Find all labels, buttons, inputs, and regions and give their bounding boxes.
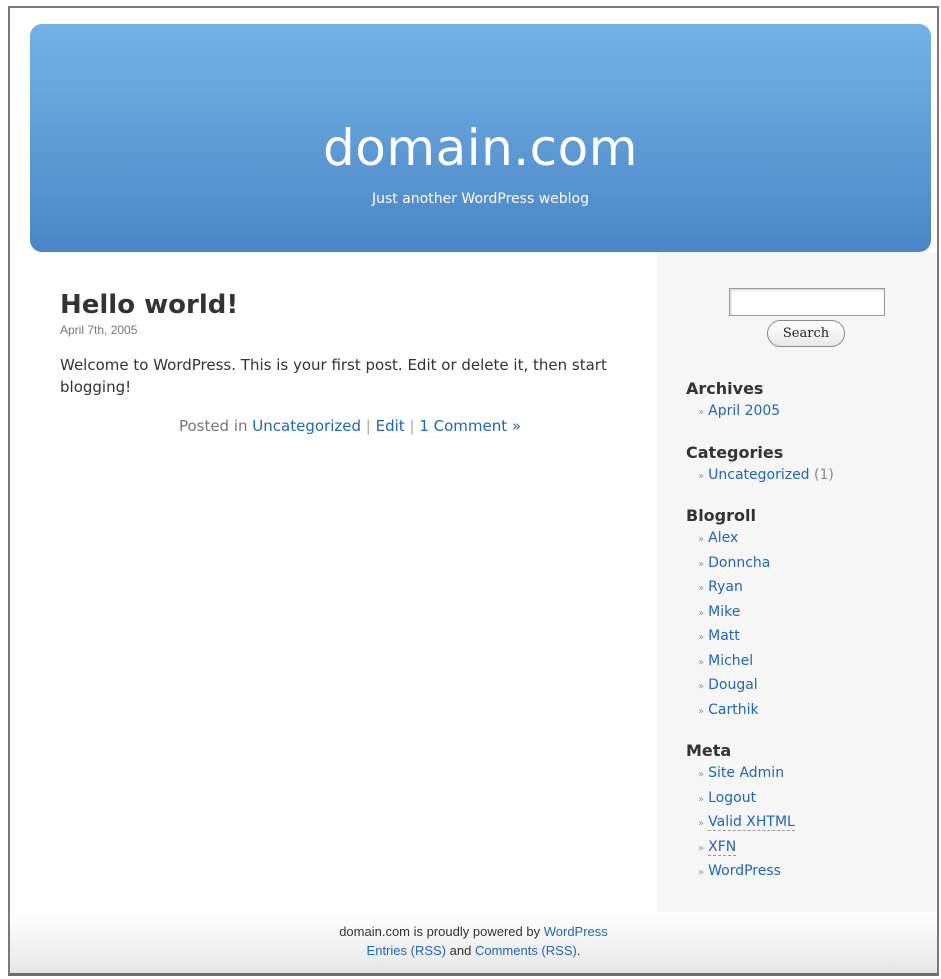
blogroll-item: » Michel [698,650,926,675]
footer-comments-rss-link[interactable]: Comments (RSS) [475,943,577,958]
blogroll-item: » Donncha [698,552,926,577]
post-body: Welcome to WordPress. This is your first… [60,356,607,396]
blogroll-link-ryan[interactable]: Ryan [708,579,743,595]
categories-heading: Categories [686,442,784,462]
bullet-icon: » [698,818,705,829]
category-link-uncategorized[interactable]: Uncategorized [708,467,809,483]
bullet-icon: » [698,867,705,878]
blogroll-link-alex[interactable]: Alex [708,530,738,546]
archive-item: » April 2005 [698,400,926,425]
blogroll-widget: Blogroll » Alex » Donncha » Ryan » Mike » Mat… [686,505,926,723]
search-input[interactable] [729,288,885,316]
blogroll-item: » Alex [698,527,926,552]
category-item: » Uncategorized (1) [698,464,926,489]
blogroll-link-mike[interactable]: Mike [708,604,740,620]
bullet-icon: » [698,583,705,594]
footer-and-text: and [449,943,472,958]
site-title-link[interactable]: domain.com [30,120,931,176]
meta-link-valid-xhtml[interactable]: Valid XHTML [708,814,795,831]
bullet-icon: » [698,705,705,717]
meta-link-wordpress[interactable]: WordPress [708,863,781,879]
main-content: Hello world! April 7th, 2005 Welcome to … [60,290,640,436]
blogroll-item: » Mike [698,601,926,626]
archives-heading: Archives [686,379,764,398]
sidebar: Search Archives » April 2005 Categories »… [657,252,937,922]
blogroll-item: » Dougal [698,674,926,699]
footer-wordpress-link[interactable]: WordPress [544,924,608,939]
page-container: domain.com Just another WordPress weblog… [8,6,939,976]
bullet-icon: » [698,534,705,545]
blogroll-item: » Ryan [698,576,926,601]
meta-separator: | [409,417,415,435]
meta-item: » Logout [698,787,926,812]
meta-item: » Valid XHTML [698,811,926,836]
bullet-icon: » [698,656,705,668]
meta-item: » Site Admin [698,762,926,787]
site-header: domain.com Just another WordPress weblog [30,24,931,252]
bullet-icon: » [698,842,705,854]
comments-link[interactable]: 1 Comment » [419,417,521,435]
blogroll-item: » Carthik [698,699,926,724]
meta-item: » XFN [698,836,926,861]
sidebar-widgets: Archives » April 2005 Categories » Uncateg… [686,378,926,885]
blogroll-link-dougal[interactable]: Dougal [708,677,758,693]
footer-powered-text: domain.com is proudly powered by [339,924,541,939]
bullet-icon: » [698,793,705,805]
post-title-link[interactable]: Hello world! [60,290,640,320]
post-date: April 7th, 2005 [60,323,138,337]
post-meta: Posted in Uncategorized | Edit | 1 Comme… [60,416,640,436]
meta-link-logout[interactable]: Logout [708,790,756,806]
bullet-icon: » [698,632,705,643]
bullet-icon: » [698,407,705,418]
blogroll-heading: Blogroll [686,506,756,525]
bullet-icon: » [698,558,705,570]
edit-post-link[interactable]: Edit [376,417,405,435]
footer-period: . [576,943,581,958]
meta-separator: | [365,417,371,435]
site-footer: domain.com is proudly powered by WordPre… [10,912,937,973]
blogroll-link-carthik[interactable]: Carthik [708,702,758,718]
meta-widget: Meta » Site Admin » Logout » Valid XHTML » X… [686,740,926,885]
site-description: Just another WordPress weblog [371,191,589,207]
blogroll-item: » Matt [698,625,926,650]
posted-in-label: Posted in [178,417,248,435]
blogroll-link-michel[interactable]: Michel [708,653,753,669]
category-count: (1) [814,466,834,483]
bullet-icon: » [698,681,705,692]
blogroll-link-matt[interactable]: Matt [708,628,740,644]
meta-link-xfn[interactable]: XFN [708,838,737,856]
footer-powered-line: domain.com is proudly powered by WordPre… [10,912,937,941]
meta-heading: Meta [686,741,732,760]
archive-link-april-2005[interactable]: April 2005 [708,403,780,419]
footer-feeds-line: Entries (RSS) and Comments (RSS). [10,941,937,960]
categories-widget: Categories » Uncategorized (1) [686,442,926,489]
search-button[interactable]: Search [767,320,845,347]
blogroll-link-donncha[interactable]: Donncha [708,555,770,571]
meta-item: » WordPress [698,860,926,885]
bullet-icon: » [698,607,705,619]
meta-link-site-admin[interactable]: Site Admin [708,765,784,781]
bullet-icon: » [698,470,705,482]
bullet-icon: » [698,769,705,780]
footer-entries-rss-link[interactable]: Entries (RSS) [367,943,446,958]
archives-widget: Archives » April 2005 [686,378,926,425]
category-link-uncategorized[interactable]: Uncategorized [252,417,361,435]
